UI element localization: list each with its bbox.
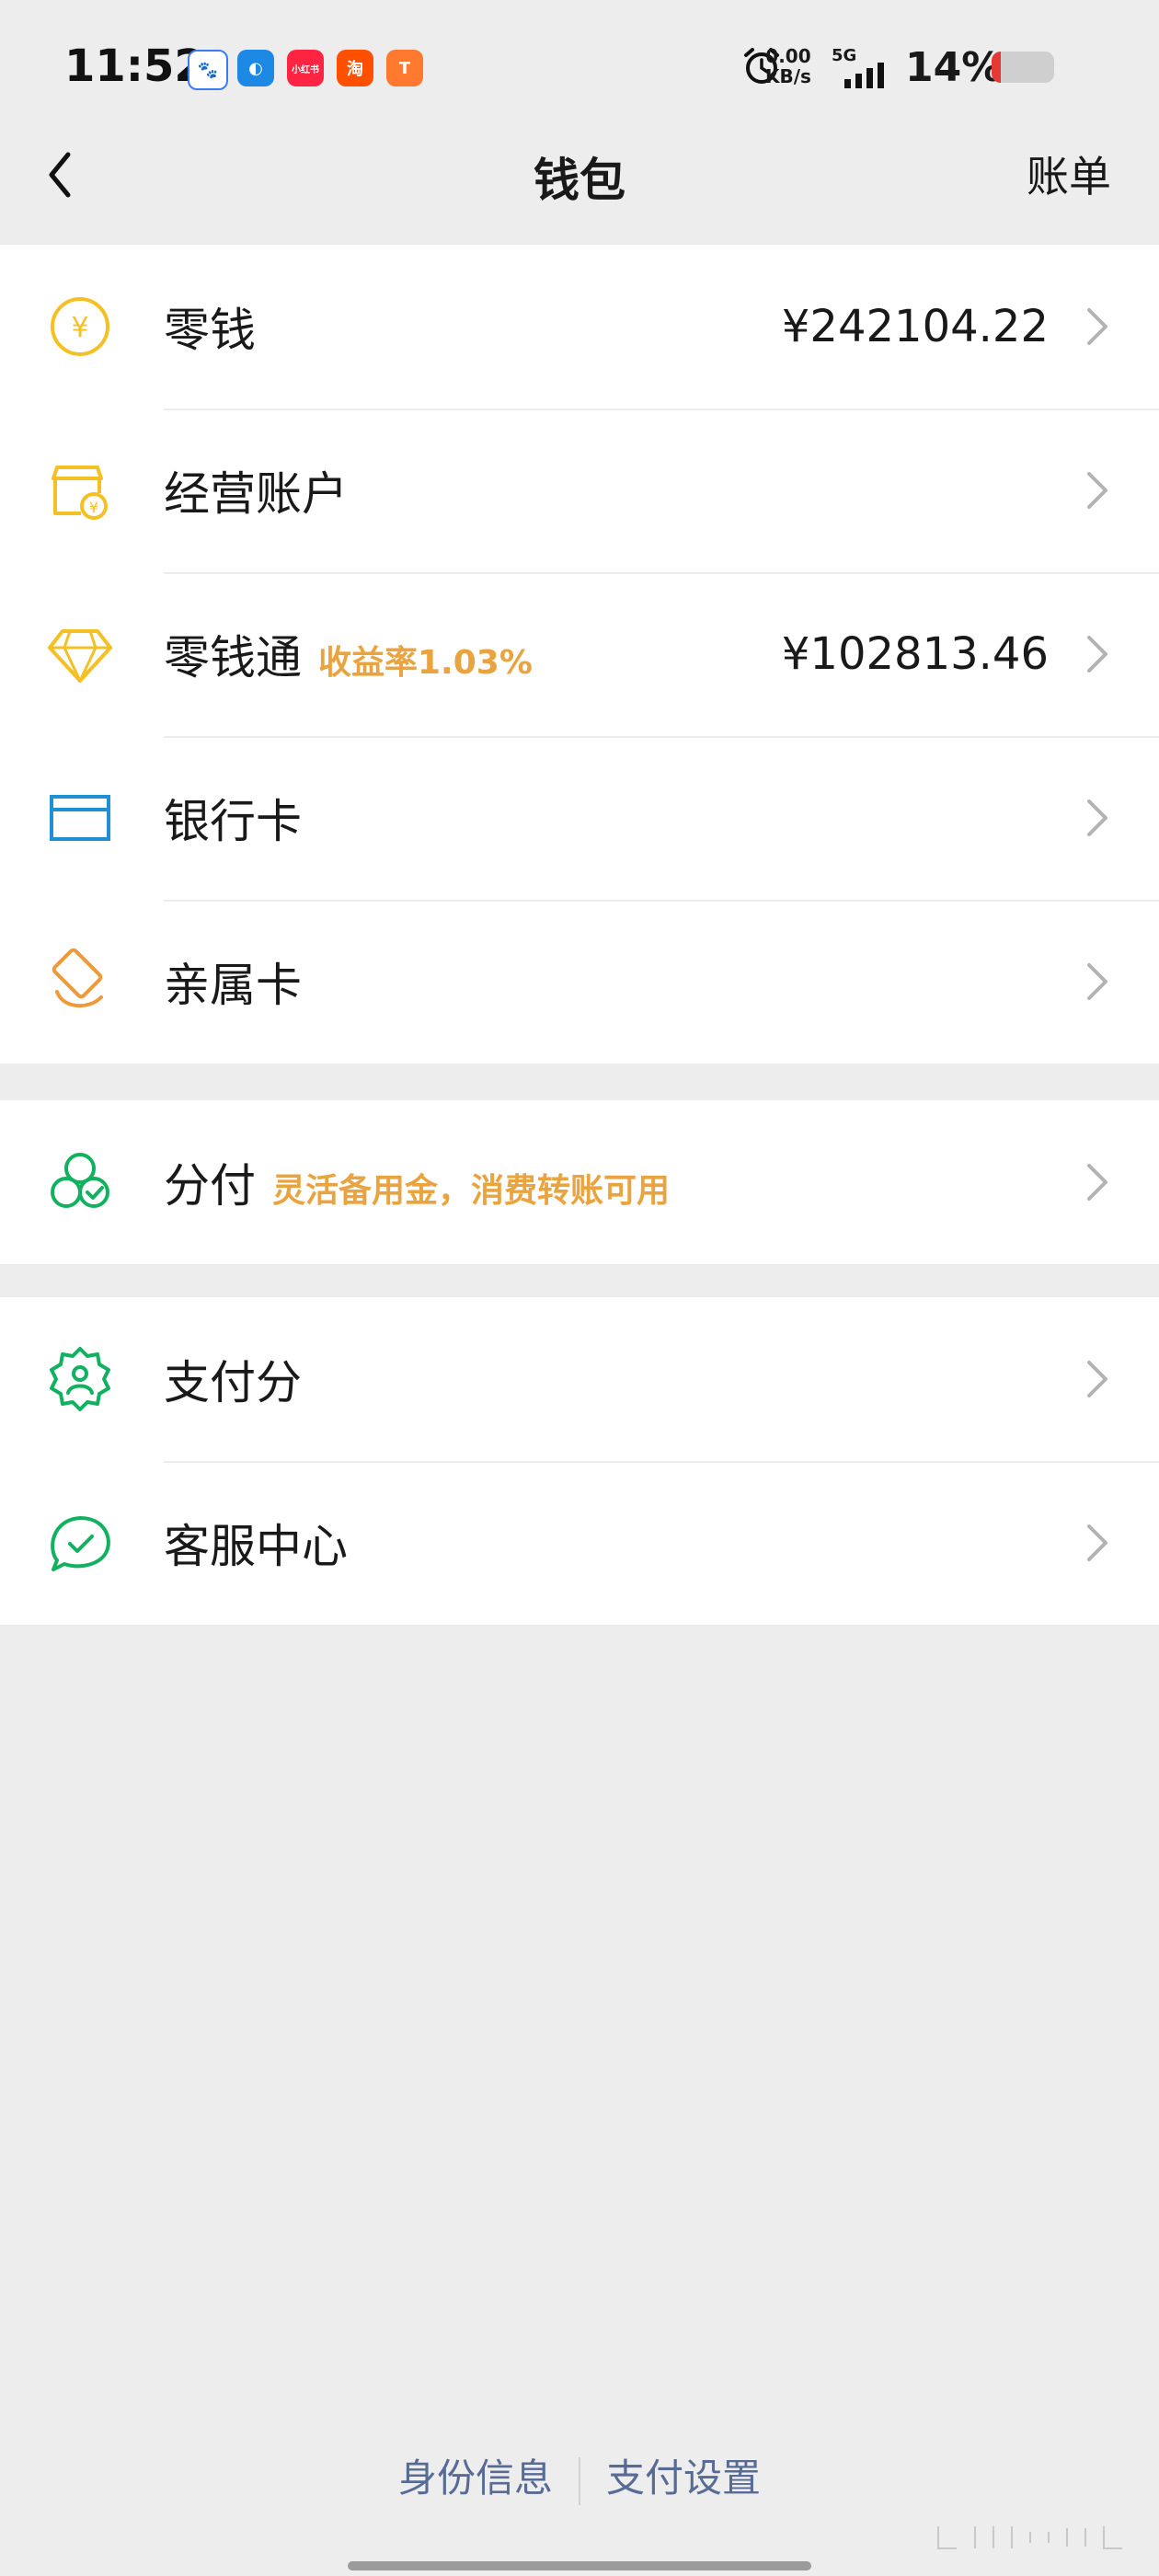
credit-group: 分付 灵活备用金，消费转账可用 xyxy=(0,1100,1159,1264)
wallet-item-change[interactable]: ¥ 零钱 ¥242104.22 xyxy=(0,245,1159,408)
network-speed: 0.00 KB/s xyxy=(765,46,811,86)
bill-button[interactable]: 账单 xyxy=(1027,144,1111,204)
service-item-label: 支付分 xyxy=(164,1356,302,1409)
wallet-item-business-account[interactable]: ¥ 经营账户 xyxy=(0,408,1159,572)
diamond-icon xyxy=(48,629,112,683)
service-item-label: 客服中心 xyxy=(164,1520,348,1573)
baidu-icon: 🐾 xyxy=(188,50,228,90)
lqt-balance: ¥102813.46 xyxy=(781,628,1049,680)
battery-icon xyxy=(992,52,1054,83)
status-time: 11:52 xyxy=(64,40,205,92)
service-group: 支付分 客服中心 xyxy=(0,1297,1159,1625)
footer-divider xyxy=(579,2456,580,2505)
yield-rate: 收益率1.03% xyxy=(318,644,533,682)
identity-info-link[interactable]: 身份信息 xyxy=(398,2455,553,2501)
wallet-item-label: 银行卡 xyxy=(164,795,302,848)
orange-app-icon: T xyxy=(386,50,423,86)
wallet-item-label: 零钱 xyxy=(164,304,256,357)
speed-value: 0.00 xyxy=(765,45,811,67)
change-balance: ¥242104.22 xyxy=(781,301,1049,352)
chevron-right-icon xyxy=(1087,472,1107,509)
payscore-icon xyxy=(50,1347,110,1411)
bank-card-icon xyxy=(50,795,110,841)
chevron-right-icon xyxy=(1087,963,1107,1000)
page-title: 钱包 xyxy=(534,154,625,207)
service-item-payscore[interactable]: 支付分 xyxy=(0,1297,1159,1461)
fenfu-icon xyxy=(51,1153,109,1208)
taobao-icon: 淘 xyxy=(337,50,373,86)
customer-service-icon xyxy=(51,1516,110,1571)
wallet-item-label: 亲属卡 xyxy=(164,959,302,1012)
chevron-right-icon xyxy=(1087,1164,1107,1201)
shop-icon: ¥ xyxy=(52,466,108,520)
payment-settings-link[interactable]: 支付设置 xyxy=(606,2455,761,2501)
svg-text:¥: ¥ xyxy=(89,499,98,516)
svg-text:¥: ¥ xyxy=(71,312,88,344)
coin-icon: ¥ xyxy=(51,297,109,356)
watermark-icon xyxy=(937,2526,1122,2549)
chevron-right-icon xyxy=(1087,1361,1107,1397)
wallet-item-bank-card[interactable]: 银行卡 xyxy=(0,736,1159,900)
wallet-item-family-card[interactable]: 亲属卡 xyxy=(0,900,1159,1064)
speed-unit: KB/s xyxy=(765,65,811,87)
browser-icon: ◐ xyxy=(237,50,274,86)
wallet-item-lqt[interactable]: 零钱通 收益率1.03% ¥102813.46 xyxy=(0,572,1159,736)
chevron-right-icon xyxy=(1087,308,1107,345)
status-bar: 11:52 🐾 ◐ 小红书 淘 T 0.00 KB/s 5G 14% xyxy=(0,0,1159,136)
wallet-item-label-group: 零钱通 收益率1.03% xyxy=(164,621,533,687)
credit-item-label: 分付 xyxy=(164,1159,256,1213)
wallet-group: ¥ 零钱 ¥242104.22 ¥ 经营账户 零钱通 收益率1.03% ¥1028… xyxy=(0,245,1159,1064)
battery-percent: 14% xyxy=(905,44,1003,91)
chevron-right-icon xyxy=(1087,636,1107,673)
chevron-right-icon xyxy=(1087,1524,1107,1561)
service-item-customer-service[interactable]: 客服中心 xyxy=(0,1461,1159,1625)
fenfu-subtitle: 灵活备用金，消费转账可用 xyxy=(272,1172,671,1210)
credit-item-label-group: 分付 灵活备用金，消费转账可用 xyxy=(164,1149,670,1215)
credit-item-fenfu[interactable]: 分付 灵活备用金，消费转账可用 xyxy=(0,1100,1159,1264)
family-card-icon xyxy=(52,948,103,1008)
wallet-item-label: 零钱通 xyxy=(164,631,302,684)
chevron-right-icon xyxy=(1087,799,1107,836)
xiaohongshu-icon: 小红书 xyxy=(287,50,324,86)
signal-icon xyxy=(844,63,884,88)
wallet-item-label: 经营账户 xyxy=(164,467,348,521)
footer-links: 身份信息 支付设置 xyxy=(0,2447,1159,2505)
home-indicator[interactable] xyxy=(348,2561,811,2570)
